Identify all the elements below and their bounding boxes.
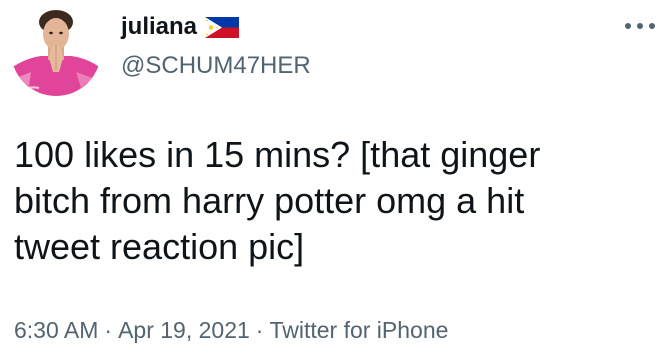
tweet-meta: 6:30 AM · Apr 19, 2021 · Twitter for iPhone (14, 315, 448, 345)
author-name-row: juliana (121, 11, 240, 43)
meta-separator: · (255, 317, 264, 343)
profile-avatar[interactable] (11, 6, 101, 96)
tweet-date[interactable]: Apr 19, 2021 (118, 317, 250, 343)
tweet-card: juliana @SCHUM47HER 100 likes in 15 mins… (0, 0, 672, 357)
author-display-name[interactable]: juliana (121, 11, 197, 43)
meta-separator: · (104, 317, 113, 343)
tweet-time[interactable]: 6:30 AM (14, 317, 98, 343)
more-horizontal-icon[interactable] (622, 16, 658, 36)
tweet-text: 100 likes in 15 mins? [that ginger bitch… (14, 134, 541, 267)
author-handle[interactable]: @SCHUM47HER (121, 51, 311, 81)
philippines-flag-icon (205, 16, 240, 38)
tweet-source[interactable]: Twitter for iPhone (269, 317, 448, 343)
